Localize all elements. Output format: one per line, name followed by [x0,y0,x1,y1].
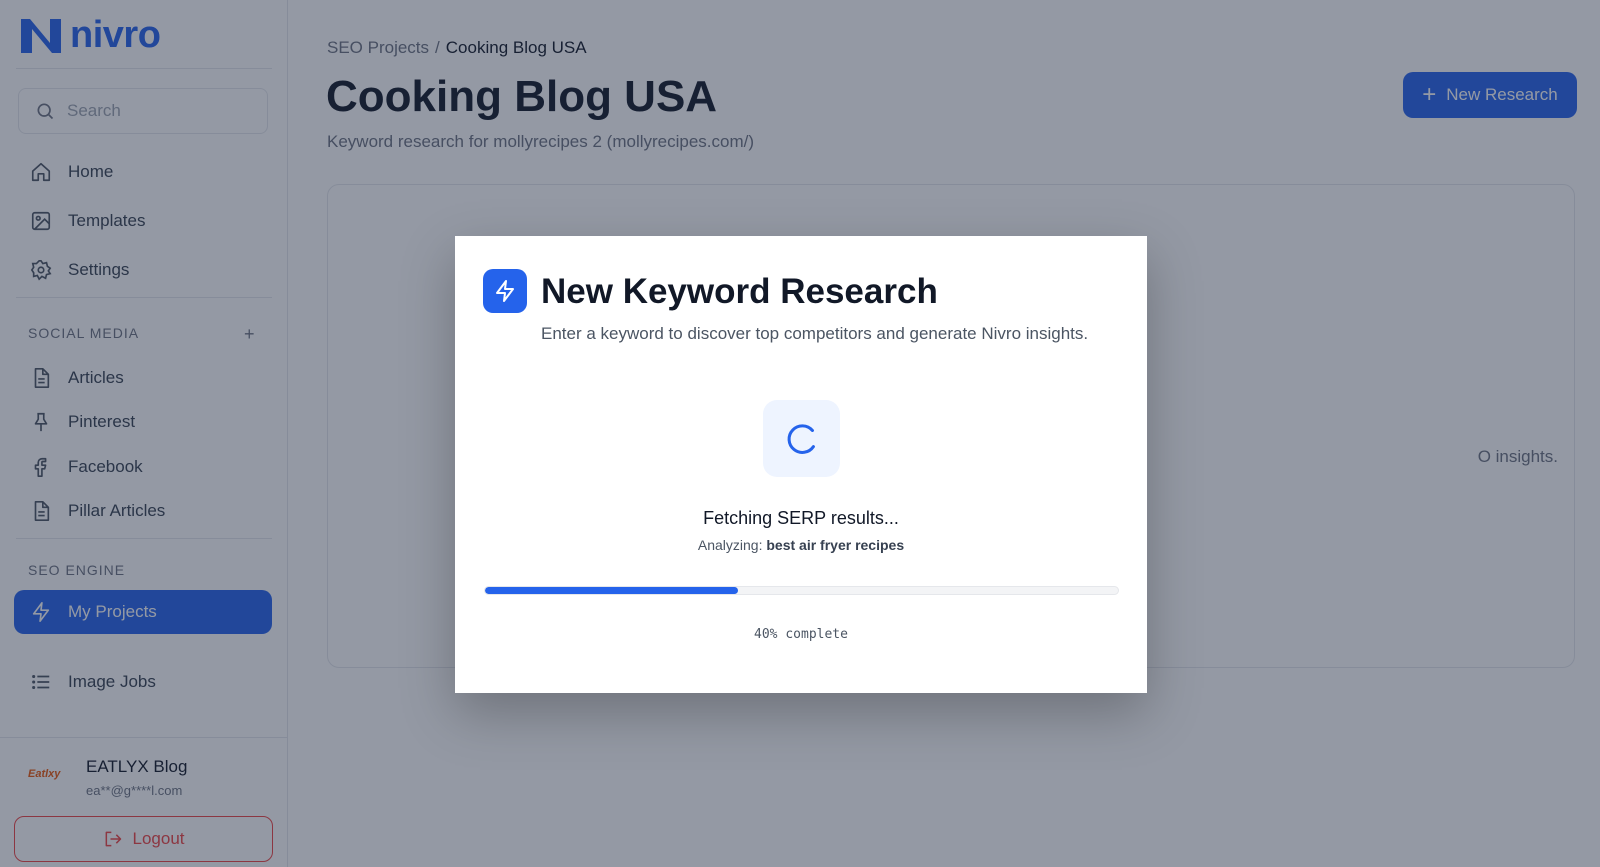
status-title: Fetching SERP results... [703,508,899,528]
modal-title: New Keyword Research [541,272,938,311]
analyzing-keyword: best air fryer recipes [766,537,905,553]
progress-fill [485,587,739,594]
status-subtitle: Analyzing: best air fryer recipes [455,537,1147,553]
modal-subtitle: Enter a keyword to discover top competit… [541,324,1089,343]
status-prefix: Analyzing: [697,537,767,553]
modal-lightning-badge [483,269,527,313]
progress-bar [484,586,1119,595]
loading-spinner [763,400,840,477]
progress-text: 40% complete [754,627,848,642]
keyword-research-modal: New Keyword Research Enter a keyword to … [455,236,1147,693]
spinner-icon [787,423,815,454]
lightning-icon [496,280,514,302]
